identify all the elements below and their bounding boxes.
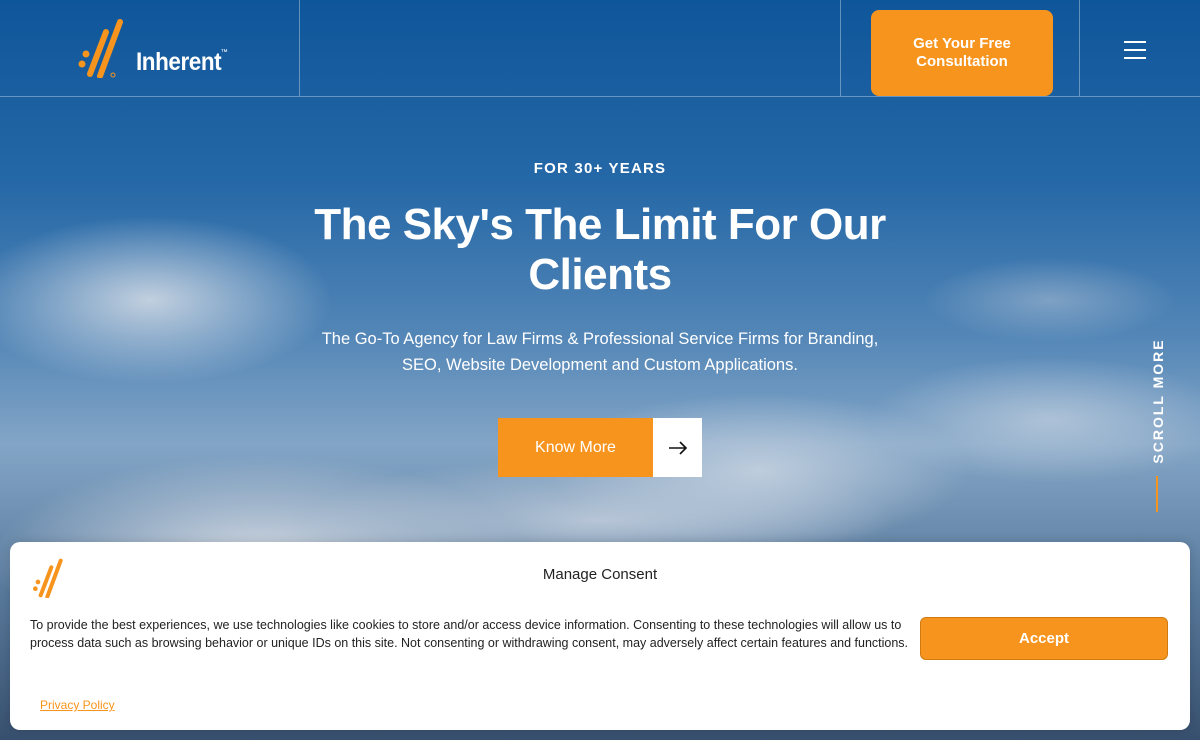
- site-logo[interactable]: Inherent ™: [76, 18, 238, 78]
- header-divider: [1079, 0, 1080, 96]
- logo-mark-icon: [78, 19, 123, 78]
- hero-title: The Sky's The Limit For Our Clients: [314, 200, 886, 299]
- privacy-policy-link[interactable]: Privacy Policy: [40, 698, 115, 712]
- arrow-right-icon: [653, 418, 702, 477]
- know-more-button[interactable]: Know More: [498, 418, 702, 477]
- consent-title: Manage Consent: [542, 566, 658, 583]
- accept-button[interactable]: Accept: [920, 617, 1168, 660]
- header-divider: [299, 0, 300, 96]
- header-divider: [840, 0, 841, 96]
- logo-wordmark: Inherent: [136, 48, 222, 76]
- scroll-more-label: SCROLL MORE: [1150, 338, 1166, 464]
- site-header: Inherent ™ Get Your Free Consultation: [0, 0, 1200, 97]
- consent-description: To provide the best experiences, we use …: [30, 618, 909, 650]
- scroll-indicator-line: [1156, 476, 1158, 512]
- free-consultation-button[interactable]: Get Your Free Consultation: [871, 10, 1053, 96]
- logo-trademark: ™: [220, 49, 228, 56]
- hero-subtitle: The Go-To Agency for Law Firms & Profess…: [321, 330, 879, 374]
- hamburger-menu-icon[interactable]: [1118, 36, 1152, 64]
- hero-eyebrow: FOR 30+ YEARS: [533, 160, 667, 177]
- scroll-more-link[interactable]: SCROLL MORE: [1148, 336, 1168, 466]
- consent-banner: Manage Consent To provide the best exper…: [10, 542, 1190, 730]
- know-more-label: Know More: [498, 418, 653, 477]
